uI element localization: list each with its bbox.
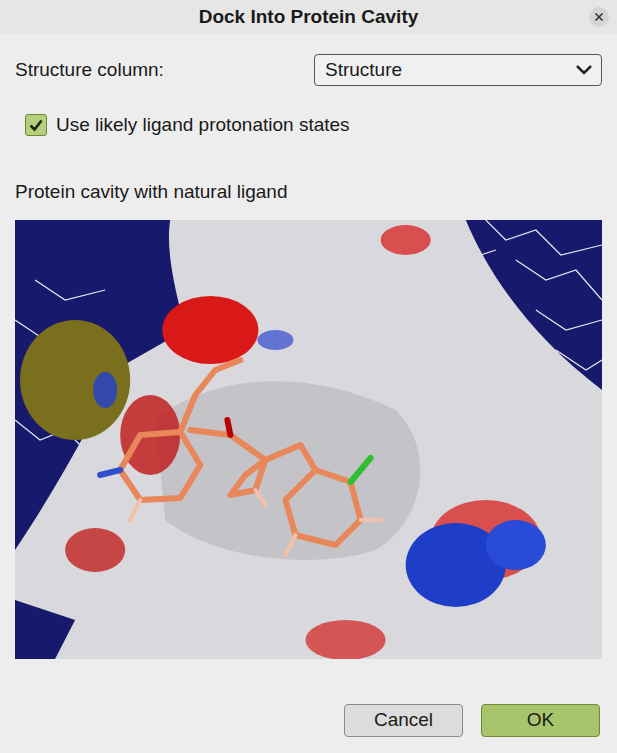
dialog: Dock Into Protein Cavity Structure column… <box>0 0 617 753</box>
structure-label: Structure column: <box>15 56 164 85</box>
chevron-down-icon <box>575 64 593 76</box>
structure-dropdown[interactable]: Structure <box>314 54 602 86</box>
window-title: Dock Into Protein Cavity <box>199 3 419 32</box>
ok-button[interactable]: OK <box>481 704 600 737</box>
ligand <box>100 360 380 555</box>
dropdown-value: Structure <box>325 56 402 85</box>
check-icon <box>28 117 44 133</box>
preview-label: Protein cavity with natural ligand <box>0 178 617 207</box>
preview-frame <box>15 220 602 659</box>
checkbox[interactable] <box>25 114 47 136</box>
close-icon[interactable] <box>589 7 609 27</box>
option-row[interactable]: Use likely ligand protonation states <box>0 111 617 140</box>
option-label: Use likely ligand protonation states <box>56 111 350 140</box>
button-row: Cancel OK <box>0 704 617 753</box>
title-bar: Dock Into Protein Cavity <box>0 0 617 34</box>
cavity-image <box>15 220 602 659</box>
cancel-button[interactable]: Cancel <box>344 704 463 737</box>
structure-row: Structure column: Structure <box>0 54 617 86</box>
